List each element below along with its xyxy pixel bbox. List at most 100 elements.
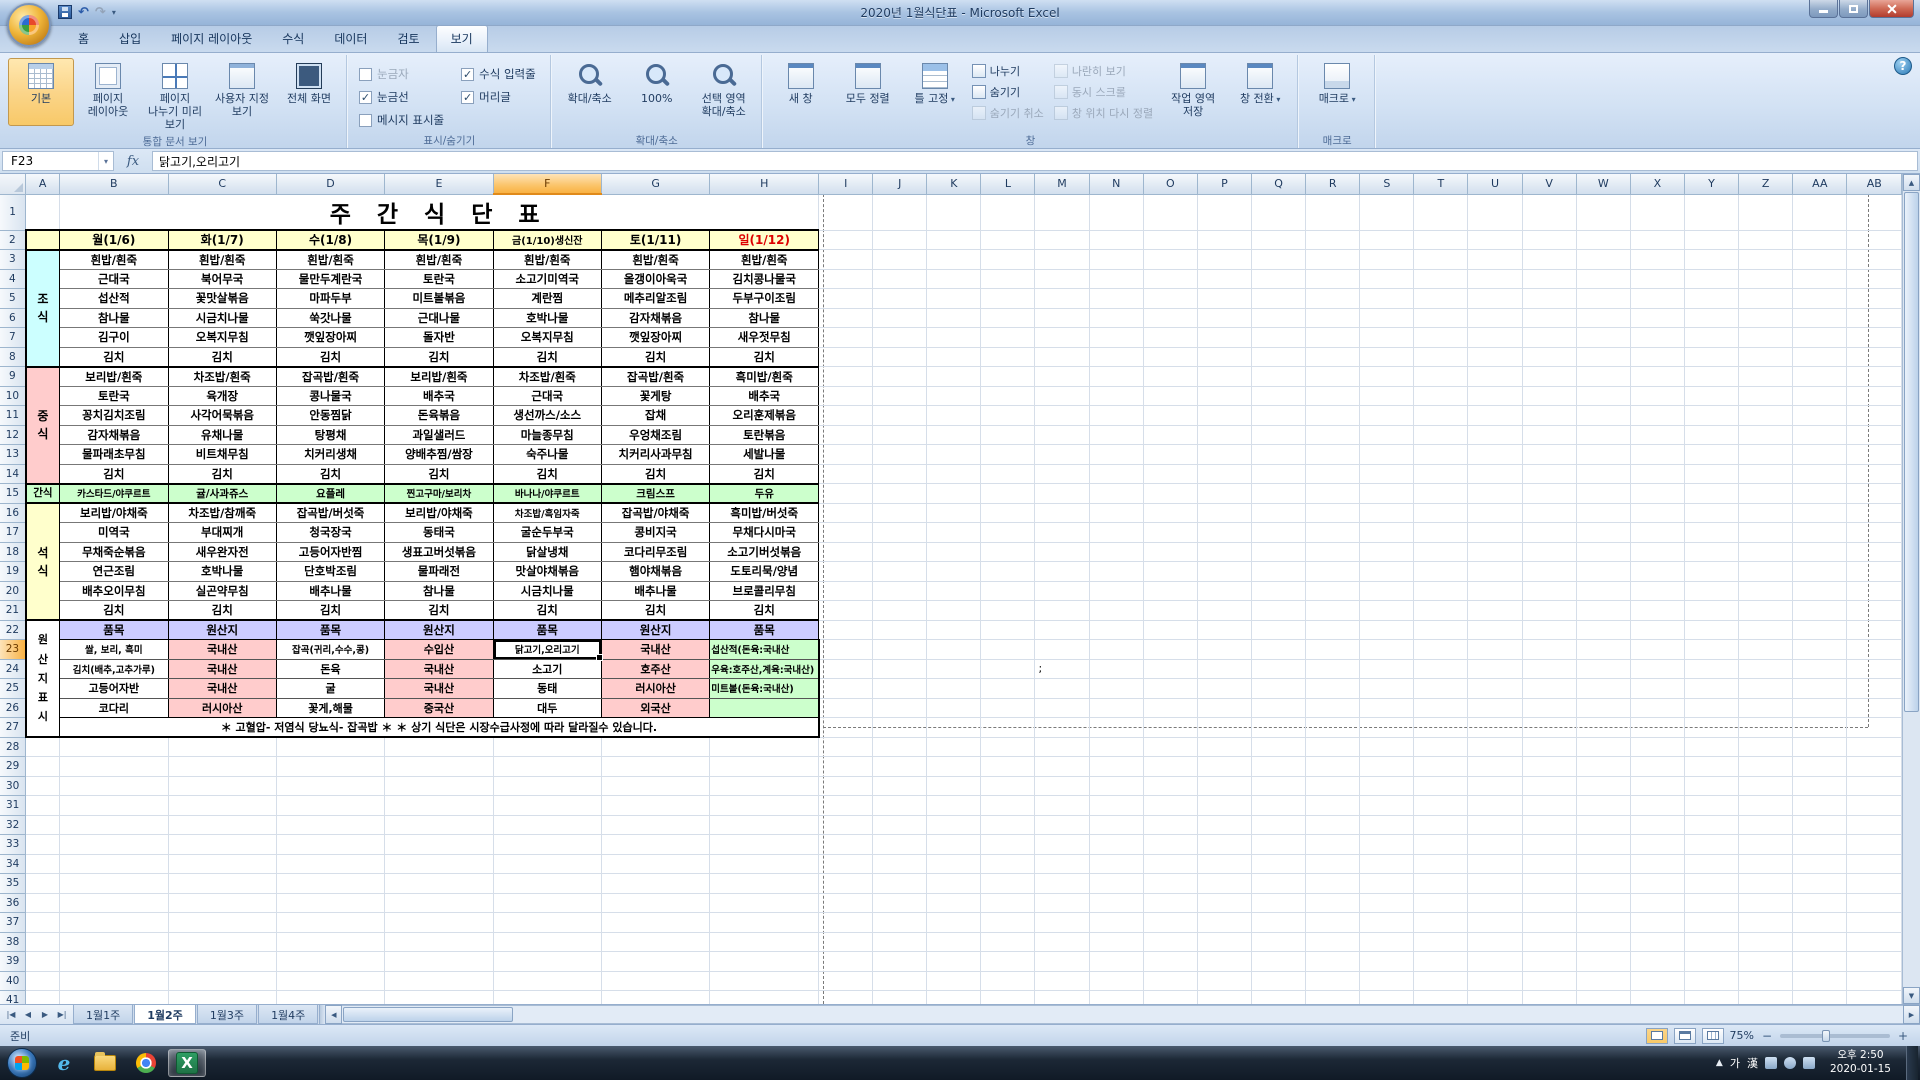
cell[interactable] [1467,854,1523,874]
cell[interactable] [1305,386,1361,406]
cell[interactable] [1576,873,1631,894]
cell[interactable] [1792,308,1848,328]
cell[interactable]: 잡곡밥/흰죽 [275,366,386,387]
section-label-origin[interactable]: 원 산 지 표 시 [24,619,61,738]
row-header-26[interactable]: 26 [0,698,27,718]
cell[interactable] [1197,795,1252,816]
cell[interactable]: 김치 [59,464,169,485]
cell[interactable] [709,893,820,913]
unhide-button[interactable]: 숨기기 취소 [969,102,1050,123]
cell[interactable] [168,893,277,913]
cell[interactable] [1089,737,1144,757]
zoom-slider[interactable] [1780,1029,1890,1042]
cell[interactable] [1143,405,1198,426]
cell[interactable] [1089,815,1144,835]
ime-hanja-indicator[interactable]: 漢 [1747,1055,1758,1071]
cell[interactable]: 세발나물 [709,444,820,465]
cell[interactable] [25,737,61,757]
cell[interactable] [980,561,1036,582]
ribbon-tab-home[interactable]: 홈 [64,26,103,52]
cell[interactable] [1197,581,1252,601]
cell[interactable] [818,464,874,484]
cell[interactable]: 두유 [709,482,820,504]
cell[interactable]: 고등어자반찜 [275,542,386,562]
cell[interactable] [926,464,982,484]
cell[interactable] [1630,873,1685,894]
cell[interactable] [1143,444,1198,465]
cell[interactable] [384,854,494,874]
cell[interactable] [1413,815,1469,835]
cell[interactable] [1251,971,1307,991]
cell[interactable] [1467,249,1523,270]
cell[interactable] [1792,386,1848,406]
cell[interactable] [1576,483,1631,504]
cell[interactable] [1630,659,1685,679]
cell[interactable] [1738,737,1794,757]
cell[interactable] [1630,620,1685,640]
cell[interactable] [1143,249,1198,270]
cell[interactable] [872,600,928,621]
cell[interactable] [1305,639,1361,660]
cell[interactable] [1197,542,1252,562]
cell[interactable] [59,756,169,777]
cell[interactable] [1143,194,1198,231]
cell[interactable] [1738,698,1794,718]
cell[interactable] [1034,893,1090,913]
sheet-tab-2[interactable]: 1월2주 [134,1005,196,1024]
cell[interactable]: 연근조림 [59,561,169,582]
cell[interactable] [1738,249,1794,270]
cell[interactable] [1630,522,1685,543]
cell[interactable] [1359,194,1415,231]
cell[interactable]: 요플레 [275,482,386,504]
cell[interactable] [926,795,982,816]
cell[interactable] [276,951,386,972]
cell[interactable] [1197,405,1252,426]
cell[interactable] [1089,444,1144,465]
cell[interactable]: 국내산 [384,659,494,679]
cell[interactable] [926,932,982,952]
column-header-Y[interactable]: Y [1684,174,1740,195]
cell[interactable]: 유채나물 [167,425,277,445]
cell[interactable] [1792,854,1848,874]
cell[interactable] [1143,288,1198,309]
cell[interactable] [1846,464,1902,484]
cell[interactable] [1197,834,1252,855]
cell[interactable] [1738,405,1794,426]
cell[interactable] [872,366,928,387]
cell[interactable] [1684,561,1740,582]
cell[interactable] [1684,912,1740,933]
cell[interactable] [1143,522,1198,543]
cell[interactable] [1630,425,1685,445]
cell[interactable]: 김치 [709,464,820,485]
cell[interactable] [1251,444,1307,465]
cell[interactable] [1034,756,1090,777]
cell[interactable] [1305,912,1361,933]
cell[interactable] [818,386,874,406]
cell[interactable] [25,834,61,855]
cell[interactable] [1089,990,1144,1004]
cell[interactable] [1738,795,1794,816]
cell[interactable] [276,971,386,991]
cell[interactable] [872,971,928,991]
cell[interactable]: 미트볼볶음 [384,288,494,309]
cell[interactable] [168,776,277,796]
cell[interactable] [980,366,1036,387]
row-header-18[interactable]: 18 [0,542,27,562]
cell[interactable] [1251,815,1307,835]
cell[interactable] [1576,405,1631,426]
cell[interactable] [818,288,874,309]
cell[interactable]: 김구이 [59,327,169,348]
cell[interactable] [1684,483,1740,504]
cell[interactable]: 참나물 [59,308,169,328]
row-header-27[interactable]: 27 [0,717,27,738]
cell[interactable] [1305,873,1361,894]
cell[interactable] [1576,795,1631,816]
cell[interactable] [1467,194,1523,231]
cell[interactable] [493,951,602,972]
column-header-B[interactable]: B [59,174,169,195]
cell[interactable] [1576,717,1631,738]
cell[interactable] [1197,483,1252,504]
cell[interactable] [1413,522,1469,543]
cell[interactable] [980,893,1036,913]
full-screen-button[interactable]: 전체 화면 [276,58,342,126]
